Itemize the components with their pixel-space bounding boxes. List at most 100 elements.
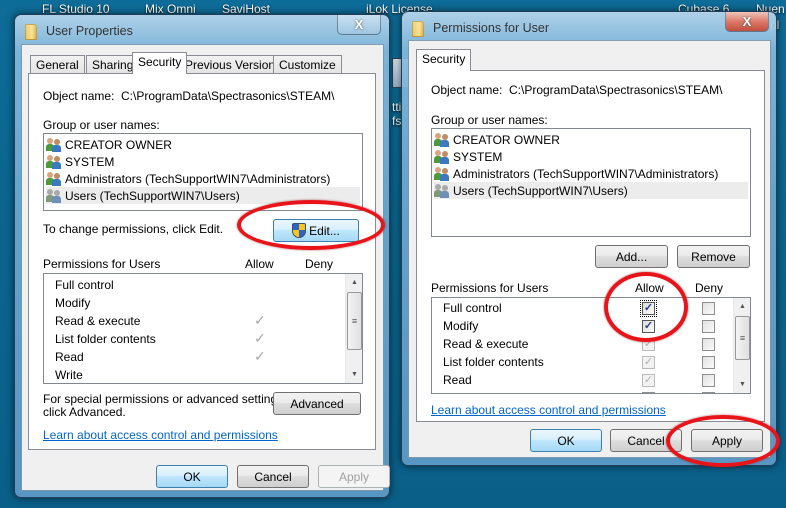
tab-security[interactable]: Security (132, 52, 188, 74)
window-title: User Properties (46, 24, 133, 38)
list-folder-allow-checkbox[interactable]: ✓ (642, 356, 655, 369)
group-item-users[interactable]: Users (TechSupportWIN7\Users) (434, 182, 748, 199)
group-item-administrators[interactable]: Administrators (TechSupportWIN7\Administ… (434, 165, 748, 182)
permission-row-list-folder: List folder contents ✓ (432, 353, 732, 371)
scroll-down-icon[interactable]: ▼ (346, 366, 362, 383)
permission-row-read-execute: Read & execute ✓ (432, 335, 732, 353)
learn-access-control-link[interactable]: Learn about access control and permissio… (43, 428, 278, 442)
scroll-up-icon[interactable]: ▲ (346, 274, 362, 291)
write-deny-checkbox[interactable] (702, 392, 715, 393)
apply-button[interactable]: Apply (691, 429, 763, 452)
close-icon: X (742, 14, 752, 29)
scroll-thumb[interactable]: ≡ (735, 316, 750, 360)
tab-previous-versions[interactable]: Previous Versions (179, 55, 288, 74)
ok-button[interactable]: OK (156, 465, 228, 488)
permissions-header: Permissions for Users (431, 281, 549, 295)
group-name: Users (TechSupportWIN7\Users) (453, 183, 628, 198)
permission-row-full-control: Full control ✓ (432, 299, 732, 317)
cancel-button[interactable]: Cancel (610, 429, 682, 452)
allow-header: Allow (245, 257, 274, 271)
group-icon (46, 188, 63, 203)
permission-name: Full control (55, 278, 114, 292)
group-name: Administrators (TechSupportWIN7\Administ… (65, 171, 331, 186)
group-list[interactable]: CREATOR OWNER SYSTEM Administrators (Tec… (431, 128, 751, 237)
advanced-button[interactable]: Advanced (273, 392, 361, 415)
security-tab-page: Object name: C:\ProgramData\Spectrasonic… (416, 70, 765, 422)
full-control-allow-checkbox[interactable]: ✓ (640, 300, 657, 317)
add-button[interactable]: Add... (595, 245, 668, 268)
uac-shield-icon (292, 223, 307, 238)
write-allow-checkbox[interactable] (642, 392, 655, 393)
advanced-hint-line2: click Advanced. (43, 405, 126, 419)
window-title: Permissions for User (433, 21, 549, 35)
ok-button[interactable]: OK (530, 429, 602, 452)
permission-row-modify: Modify ✓ (432, 317, 732, 335)
tab-general[interactable]: General (30, 55, 85, 74)
full-control-deny-checkbox[interactable] (702, 302, 715, 315)
folder-icon (412, 21, 424, 37)
scroll-down-icon[interactable]: ▼ (734, 376, 750, 393)
permission-name: List folder contents (443, 355, 544, 369)
desktop-partial-label: tti (392, 100, 402, 114)
permission-row-read: Read ✓ (432, 371, 732, 389)
group-item-system[interactable]: SYSTEM (434, 148, 748, 165)
apply-button[interactable]: Apply (318, 465, 390, 488)
read-execute-deny-checkbox[interactable] (702, 338, 715, 351)
group-icon (434, 149, 451, 164)
close-icon: X (354, 17, 364, 32)
object-name-label: Object name: (43, 89, 115, 103)
desktop-partial-label: fs (392, 114, 402, 128)
cancel-button[interactable]: Cancel (237, 465, 309, 488)
list-folder-deny-checkbox[interactable] (702, 356, 715, 369)
group-item-administrators[interactable]: Administrators (TechSupportWIN7\Administ… (46, 170, 360, 187)
edit-button[interactable]: Edit... (273, 219, 359, 242)
permission-row-write: Write (44, 366, 344, 383)
close-button[interactable]: X (337, 15, 381, 35)
scroll-thumb[interactable]: ≡ (347, 292, 362, 350)
group-list[interactable]: CREATOR OWNER SYSTEM Administrators (Tec… (43, 133, 363, 211)
permission-name: Write (55, 368, 83, 382)
tab-security[interactable]: Security (416, 49, 472, 71)
group-item-creator-owner[interactable]: CREATOR OWNER (46, 136, 360, 153)
read-allow-checkbox[interactable]: ✓ (642, 374, 655, 387)
permission-name: Modify (55, 296, 91, 310)
learn-access-control-link[interactable]: Learn about access control and permissio… (431, 403, 666, 417)
permission-name: Read & execute (55, 314, 141, 328)
group-names-label: Group or user names: (431, 113, 548, 127)
tab-customize[interactable]: Customize (273, 55, 342, 74)
permission-name: List folder contents (55, 332, 156, 346)
permission-name: Read & execute (443, 337, 529, 351)
modify-deny-checkbox[interactable] (702, 320, 715, 333)
title-bar[interactable]: User Properties (15, 15, 389, 45)
permissions-list[interactable]: Full control Modify Read & execute ✓ Lis… (43, 273, 363, 384)
change-permissions-hint: To change permissions, click Edit. (43, 222, 224, 236)
permissions-header: Permissions for Users (43, 257, 161, 271)
group-item-users[interactable]: Users (TechSupportWIN7\Users) (46, 187, 360, 204)
permissions-list[interactable]: Full control ✓ Modify ✓ Read & execute ✓… (431, 297, 751, 394)
permission-row-read-execute: Read & execute ✓ (44, 312, 344, 330)
read-deny-checkbox[interactable] (702, 374, 715, 387)
remove-button[interactable]: Remove (677, 245, 750, 268)
permission-name: Full control (443, 301, 502, 315)
security-tab-page: Object name: C:\ProgramData\Spectrasonic… (28, 73, 376, 450)
group-item-creator-owner[interactable]: CREATOR OWNER (434, 131, 748, 148)
user-properties-window: User Properties X General Sharing Securi… (14, 14, 390, 498)
permissions-scrollbar[interactable]: ▲ ≡ ▼ (345, 274, 362, 383)
allow-check-icon: ✓ (254, 330, 266, 346)
group-names-label: Group or user names: (43, 118, 160, 132)
permission-row-read: Read ✓ (44, 348, 344, 366)
close-button[interactable]: X (725, 12, 769, 32)
scroll-up-icon[interactable]: ▲ (734, 298, 750, 315)
group-icon (46, 171, 63, 186)
permissions-scrollbar[interactable]: ▲ ≡ ▼ (733, 298, 750, 393)
permission-row-list-folder: List folder contents ✓ (44, 330, 344, 348)
group-item-system[interactable]: SYSTEM (46, 153, 360, 170)
read-execute-allow-checkbox[interactable]: ✓ (642, 338, 655, 351)
modify-allow-checkbox[interactable]: ✓ (642, 320, 655, 333)
object-name-value: C:\ProgramData\Spectrasonics\STEAM\ (509, 83, 723, 97)
permissions-window: Permissions for User X Security Object n… (401, 11, 777, 466)
permission-row-full-control: Full control (44, 276, 344, 294)
title-bar[interactable]: Permissions for User (402, 12, 776, 42)
folder-icon (25, 24, 37, 40)
dialog-body: Security Object name: C:\ProgramData\Spe… (408, 40, 771, 458)
